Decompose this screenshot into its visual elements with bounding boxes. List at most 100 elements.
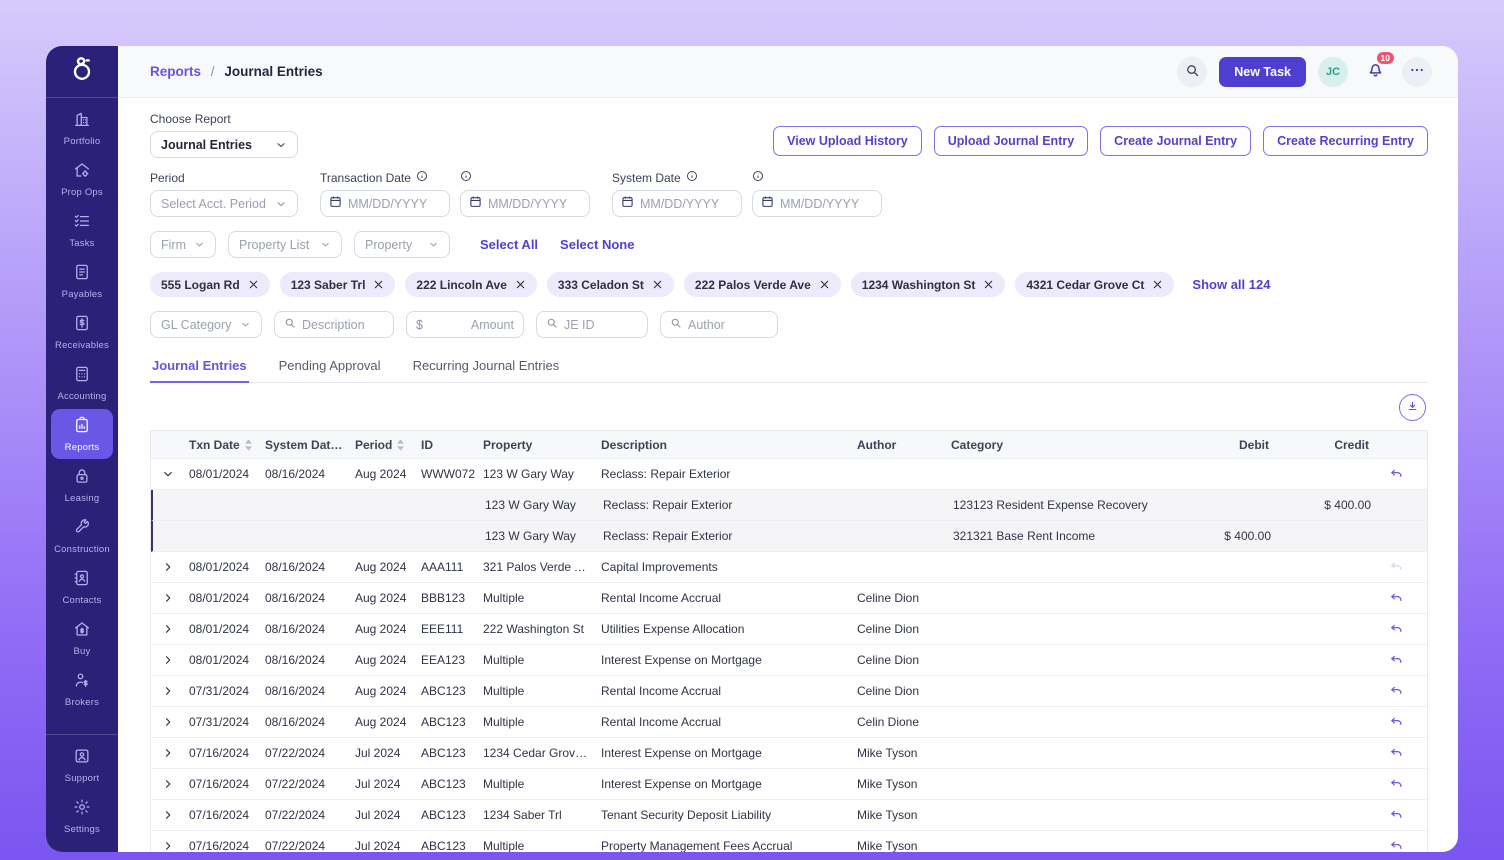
je-id-search-input[interactable] <box>564 318 638 332</box>
reverse-entry-button[interactable] <box>1377 715 1415 730</box>
chevron-down-icon[interactable] <box>151 468 185 480</box>
chevron-right-icon[interactable] <box>151 840 185 852</box>
sidebar-item-leasing[interactable]: Leasing <box>51 460 113 510</box>
chevron-right-icon[interactable] <box>151 623 185 635</box>
column-header-system[interactable]: System Date <box>261 438 351 452</box>
sort-icon[interactable] <box>245 439 252 451</box>
system-date-from-field[interactable] <box>612 190 742 217</box>
column-header-txn[interactable]: Txn Date <box>185 438 261 452</box>
tab-pending-approval[interactable]: Pending Approval <box>277 354 383 382</box>
close-icon[interactable] <box>819 279 830 290</box>
chevron-right-icon[interactable] <box>151 685 185 697</box>
reverse-entry-button[interactable] <box>1377 777 1415 792</box>
close-icon[interactable] <box>248 279 259 290</box>
search-button[interactable] <box>1177 57 1207 87</box>
chip-label: 555 Logan Rd <box>161 278 240 292</box>
transaction-date-to-input[interactable] <box>488 197 581 211</box>
amount-input[interactable] <box>429 318 514 332</box>
amount-field[interactable]: $ <box>406 311 524 338</box>
info-icon[interactable] <box>416 170 428 185</box>
chevron-right-icon[interactable] <box>151 561 185 573</box>
chevron-right-icon[interactable] <box>151 747 185 759</box>
close-icon[interactable] <box>373 279 384 290</box>
close-icon[interactable] <box>1152 279 1163 290</box>
brokers-icon <box>73 671 91 694</box>
cell-author: Mike Tyson <box>853 839 947 852</box>
transaction-date-from-input[interactable] <box>348 197 441 211</box>
reverse-entry-button[interactable] <box>1377 653 1415 668</box>
property-list-select[interactable]: Property List <box>228 231 342 258</box>
select-none-link[interactable]: Select None <box>560 237 634 252</box>
view-upload-history-button[interactable]: View Upload History <box>773 126 922 156</box>
firm-select[interactable]: Firm <box>150 231 216 258</box>
sidebar-item-brokers[interactable]: Brokers <box>51 664 113 714</box>
create-journal-entry-button[interactable]: Create Journal Entry <box>1100 126 1251 156</box>
je-id-search-field[interactable] <box>536 311 648 338</box>
gl-category-select[interactable]: GL Category <box>150 311 262 338</box>
construction-icon <box>73 518 91 541</box>
sidebar-item-prop-ops[interactable]: Prop Ops <box>51 154 113 204</box>
info-icon[interactable] <box>686 170 698 185</box>
description-search-input[interactable] <box>302 318 384 332</box>
chevron-right-icon[interactable] <box>151 716 185 728</box>
system-date-to-field[interactable] <box>752 190 882 217</box>
sidebar-item-construction[interactable]: Construction <box>51 511 113 561</box>
transaction-date-to-field[interactable] <box>460 190 590 217</box>
app-logo[interactable] <box>46 46 118 98</box>
sort-icon[interactable] <box>342 439 349 451</box>
close-icon[interactable] <box>652 279 663 290</box>
period-select[interactable]: Select Acct. Period <box>150 190 298 217</box>
system-date-from-input[interactable] <box>640 197 733 211</box>
column-header-property: Property <box>479 438 597 452</box>
sidebar-item-reports[interactable]: Reports <box>51 409 113 459</box>
sidebar-item-accounting[interactable]: Accounting <box>51 358 113 408</box>
sidebar-item-buy[interactable]: Buy <box>51 613 113 663</box>
column-header-period[interactable]: Period <box>351 438 417 452</box>
chevron-right-icon[interactable] <box>151 592 185 604</box>
sidebar-item-contacts[interactable]: Contacts <box>51 562 113 612</box>
close-icon[interactable] <box>983 279 994 290</box>
reverse-entry-button[interactable] <box>1377 591 1415 606</box>
new-task-button[interactable]: New Task <box>1219 57 1306 87</box>
sidebar-item-tasks[interactable]: Tasks <box>51 205 113 255</box>
tab-journal-entries[interactable]: Journal Entries <box>150 354 249 383</box>
download-button[interactable] <box>1399 394 1426 421</box>
author-search-input[interactable] <box>688 318 768 332</box>
info-icon[interactable] <box>752 170 764 185</box>
sort-icon[interactable] <box>397 439 404 451</box>
show-all-link[interactable]: Show all 124 <box>1192 277 1270 292</box>
avatar[interactable]: JC <box>1318 57 1348 87</box>
reverse-entry-button[interactable] <box>1377 808 1415 823</box>
upload-journal-entry-button[interactable]: Upload Journal Entry <box>934 126 1088 156</box>
sidebar-item-portfolio[interactable]: Portfolio <box>51 103 113 153</box>
cell-txn: 08/01/2024 <box>185 653 261 667</box>
report-picker-row: Choose Report Journal Entries View Uploa… <box>150 112 1428 158</box>
sidebar-item-payables[interactable]: Payables <box>51 256 113 306</box>
page-title: Journal Entries <box>224 64 322 79</box>
sidebar-item-receivables[interactable]: Receivables <box>51 307 113 357</box>
info-icon[interactable] <box>460 170 472 185</box>
reverse-entry-button[interactable] <box>1377 746 1415 761</box>
sidebar-item-support[interactable]: Support <box>51 740 113 790</box>
system-date-to-input[interactable] <box>780 197 873 211</box>
chevron-right-icon[interactable] <box>151 778 185 790</box>
chevron-right-icon[interactable] <box>151 809 185 821</box>
reverse-entry-button[interactable] <box>1377 467 1415 482</box>
select-all-link[interactable]: Select All <box>480 237 538 252</box>
close-icon[interactable] <box>515 279 526 290</box>
chevron-right-icon[interactable] <box>151 654 185 666</box>
breadcrumb-reports-link[interactable]: Reports <box>150 64 201 79</box>
reverse-entry-button[interactable] <box>1377 839 1415 853</box>
transaction-date-from-field[interactable] <box>320 190 450 217</box>
reverse-entry-button[interactable] <box>1377 684 1415 699</box>
report-select[interactable]: Journal Entries <box>150 131 298 158</box>
description-search-field[interactable] <box>274 311 394 338</box>
more-menu-button[interactable] <box>1402 57 1432 87</box>
reverse-entry-button[interactable] <box>1377 622 1415 637</box>
property-select[interactable]: Property <box>354 231 450 258</box>
notifications-button[interactable]: 10 <box>1360 57 1390 87</box>
create-recurring-entry-button[interactable]: Create Recurring Entry <box>1263 126 1428 156</box>
author-search-field[interactable] <box>660 311 778 338</box>
tab-recurring-journal-entries[interactable]: Recurring Journal Entries <box>411 354 562 382</box>
sidebar-item-settings[interactable]: Settings <box>51 791 113 841</box>
